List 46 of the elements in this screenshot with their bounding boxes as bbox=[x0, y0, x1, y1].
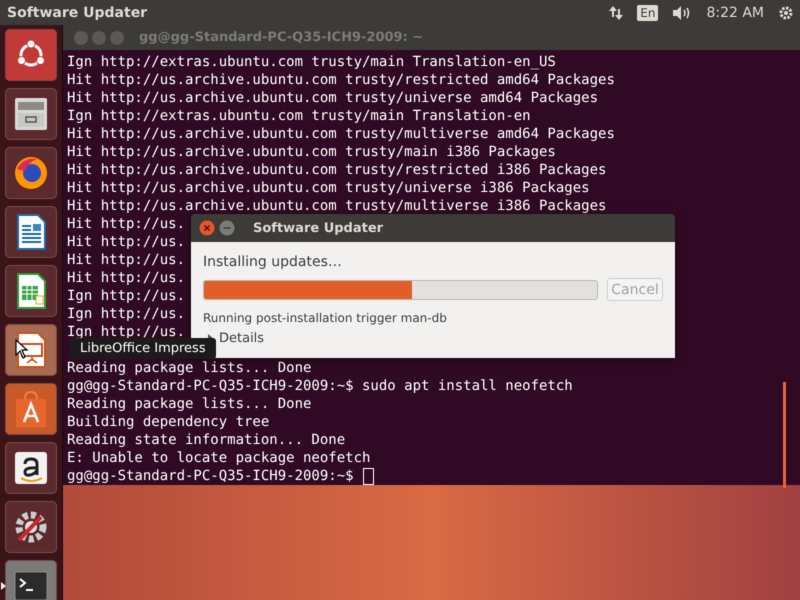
launcher-icon[interactable] bbox=[5, 442, 57, 494]
terminal-line: Hit http://us.archive.ubuntu.com trusty/multiverse i386 Packages bbox=[67, 197, 606, 215]
close-icon[interactable] bbox=[199, 220, 215, 236]
window-title: gg@gg-Standard-PC-Q35-ICH9-2009: ~ bbox=[139, 30, 424, 45]
dialog-title: Software Updater bbox=[253, 220, 384, 236]
terminal-line: gg@gg-Standard-PC-Q35-ICH9-2009:~$ sudo apt install neofetch bbox=[67, 377, 573, 395]
terminal-line: Hit http://us. bbox=[67, 233, 186, 251]
terminal-line: Ign http://us. bbox=[67, 305, 186, 323]
keyboard-layout-indicator[interactable]: En bbox=[637, 4, 658, 20]
dialog-heading: Installing updates… bbox=[203, 254, 343, 270]
terminal-line: Hit http://us. bbox=[67, 251, 186, 269]
terminal-line: Hit http://us.archive.ubuntu.com trusty/main i386 Packages bbox=[67, 143, 556, 161]
details-label: Details bbox=[219, 331, 264, 346]
clock[interactable]: 8:22 AM bbox=[706, 4, 764, 20]
terminal-line: E: Unable to locate package neofetch bbox=[67, 449, 370, 467]
terminal-line: Hit http://us.archive.ubuntu.com trusty/universe i386 Packages bbox=[67, 179, 590, 197]
status-text: Running post-installation trigger man-db bbox=[203, 311, 448, 325]
terminal-line: Hit http://us.archive.ubuntu.com trusty/restricted i386 Packages bbox=[67, 161, 606, 179]
terminal-line: Ign http://extras.ubuntu.com trusty/main Translation-en_US bbox=[67, 53, 556, 71]
app-title: Software Updater bbox=[7, 4, 148, 20]
launcher-icon[interactable] bbox=[5, 265, 57, 317]
terminal-line: Reading package lists... Done bbox=[67, 395, 312, 413]
mouse-pointer-icon bbox=[15, 339, 29, 359]
launcher-icon[interactable] bbox=[5, 383, 57, 435]
terminal-line: Ign http://us. bbox=[67, 287, 186, 305]
tooltip: LibreOffice Impress bbox=[70, 338, 216, 359]
terminal-line: Ign http://us. bbox=[67, 323, 186, 341]
terminal-line: Hit http://us. bbox=[67, 269, 186, 287]
terminal-line: gg@gg-Standard-PC-Q35-ICH9-2009:~$ bbox=[67, 467, 374, 485]
terminal-line: Building dependency tree bbox=[67, 413, 270, 431]
terminal-line: Ign http://extras.ubuntu.com trusty/main Translation-en bbox=[67, 107, 531, 125]
terminal-line: Reading state information... Done bbox=[67, 431, 346, 449]
launcher-icon[interactable] bbox=[5, 501, 57, 553]
terminal-line: Hit http://us.archive.ubuntu.com trusty/multiverse amd64 Packages bbox=[67, 125, 615, 143]
terminal-line: Hit http://us. bbox=[67, 215, 186, 233]
volume-icon[interactable] bbox=[672, 4, 692, 20]
terminal-line: Hit http://us.archive.ubuntu.com trusty/restricted amd64 Packages bbox=[67, 71, 615, 89]
minimize-icon[interactable] bbox=[219, 220, 235, 236]
network-icon[interactable] bbox=[609, 4, 624, 20]
launcher-icon[interactable] bbox=[5, 29, 57, 81]
terminal-line: Reading package lists... Done bbox=[67, 359, 312, 377]
launcher-icon[interactable] bbox=[5, 206, 57, 258]
terminal-line: Hit http://us.archive.ubuntu.com trusty/universe amd64 Packages bbox=[67, 89, 598, 107]
launcher-icon[interactable] bbox=[5, 324, 57, 376]
power-gear-icon[interactable] bbox=[778, 4, 794, 20]
launcher-icon[interactable] bbox=[5, 88, 57, 140]
